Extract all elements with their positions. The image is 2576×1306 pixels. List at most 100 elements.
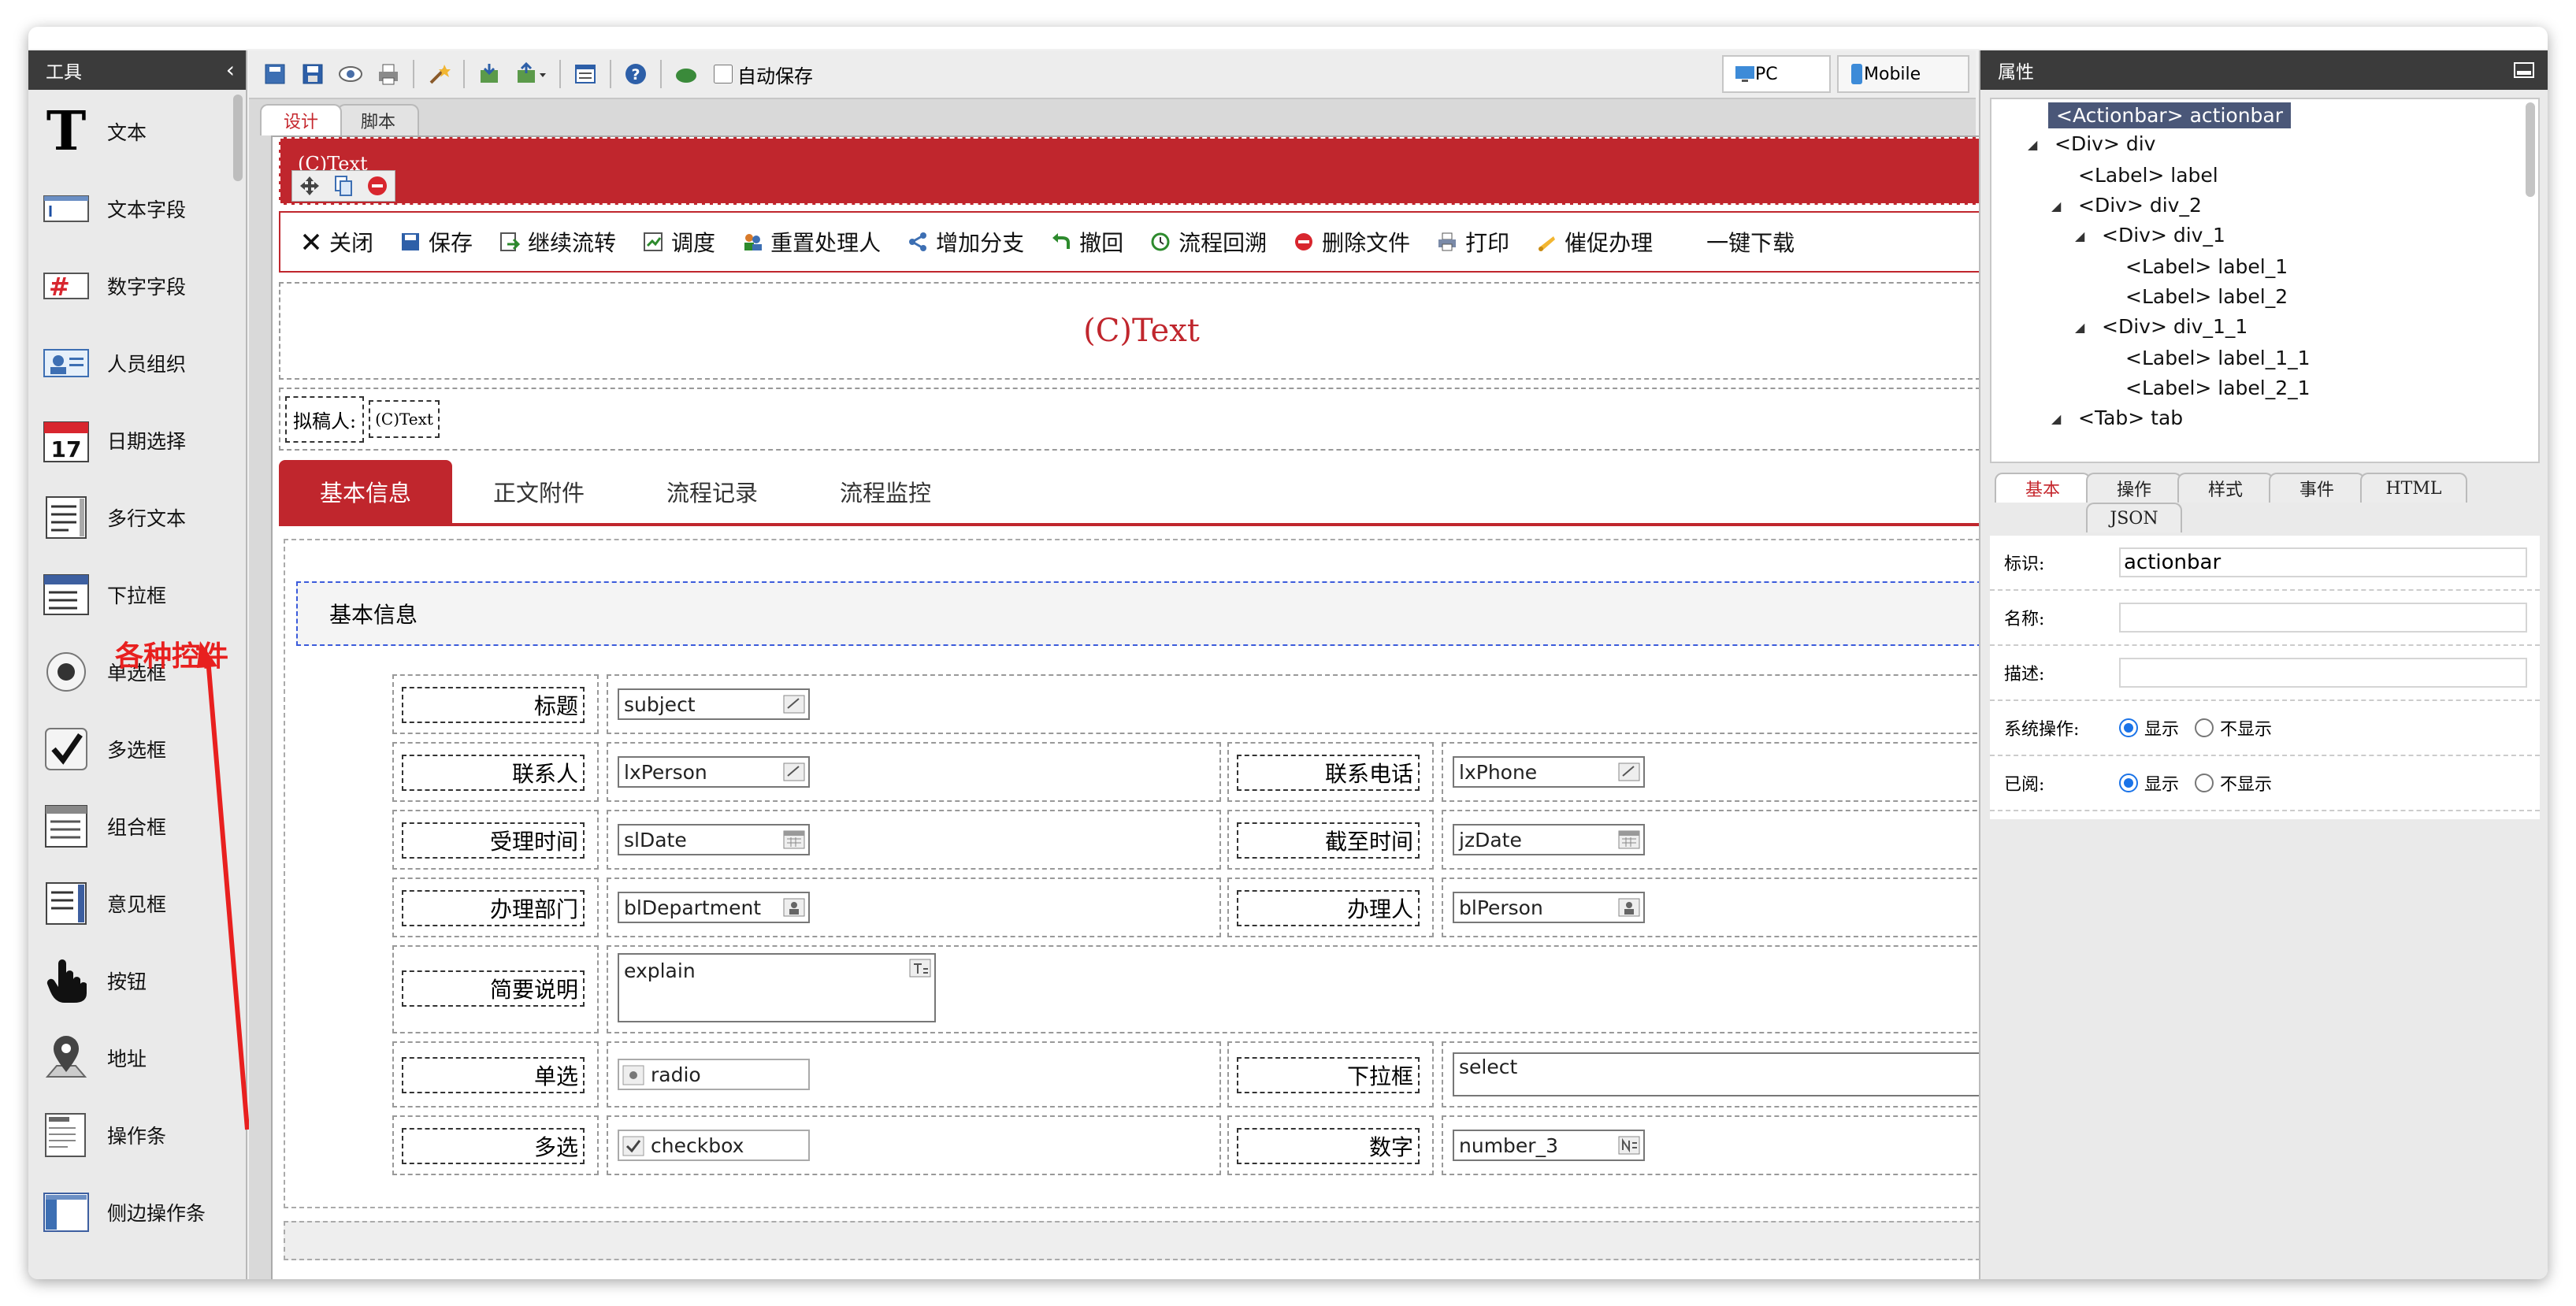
- prop-tab-html[interactable]: HTML: [2360, 473, 2467, 503]
- tree-node[interactable]: <Tab> tab: [2078, 406, 2183, 429]
- tool-dropdown[interactable]: 下拉框: [28, 556, 235, 633]
- prop-tab-style[interactable]: 样式: [2177, 473, 2273, 503]
- move-icon[interactable]: [299, 175, 321, 197]
- explain-textarea[interactable]: explain: [618, 953, 936, 1022]
- field-label-number[interactable]: 数字: [1237, 1128, 1420, 1164]
- tree-node[interactable]: <Label> label_2_1: [2125, 377, 2311, 399]
- expand-triangle-icon[interactable]: ◢: [2028, 137, 2037, 152]
- view-mobile-button[interactable]: Mobile: [1837, 55, 1969, 93]
- tool-textarea[interactable]: 多行文本: [28, 479, 235, 556]
- tab-script[interactable]: 脚本: [337, 104, 420, 135]
- action-add-branch[interactable]: 增加分支: [908, 226, 1024, 258]
- print-icon[interactable]: [375, 61, 402, 87]
- form-tab-basic-info[interactable]: 基本信息: [279, 460, 453, 523]
- tree-node[interactable]: <Label> label_1: [2125, 255, 2288, 278]
- field-label-checkbox[interactable]: 多选: [402, 1128, 585, 1164]
- expand-triangle-icon[interactable]: ◢: [2051, 411, 2061, 426]
- new-icon[interactable]: [262, 61, 288, 87]
- action-print[interactable]: 打印: [1437, 226, 1509, 258]
- tree-node[interactable]: <Label> label: [2078, 164, 2218, 187]
- expand-triangle-icon[interactable]: ◢: [2075, 320, 2084, 335]
- lxperson-input[interactable]: lxPerson: [618, 756, 810, 788]
- action-withdraw[interactable]: 撤回: [1051, 226, 1123, 258]
- autosave-checkbox[interactable]: [714, 65, 733, 83]
- field-label-radio[interactable]: 单选: [402, 1057, 585, 1093]
- tree-node[interactable]: <Label> label_1_1: [2125, 347, 2311, 369]
- minimize-panel-icon[interactable]: [2513, 61, 2535, 80]
- drafter-value[interactable]: (C)Text: [369, 400, 440, 438]
- field-label-select[interactable]: 下拉框: [1237, 1057, 1420, 1093]
- tree-node-actionbar[interactable]: <Actionbar> actionbar: [2048, 102, 2292, 128]
- expand-triangle-icon[interactable]: ◢: [2075, 228, 2084, 243]
- list-view-icon[interactable]: [572, 61, 599, 87]
- field-label-sldate[interactable]: 受理时间: [402, 822, 585, 859]
- tool-combobox[interactable]: 组合框: [28, 788, 235, 865]
- prop-id-input[interactable]: actionbar: [2119, 547, 2527, 577]
- tool-opinion[interactable]: 意见框: [28, 865, 235, 942]
- form-tab-attachments[interactable]: 正文附件: [452, 460, 625, 523]
- wand-icon[interactable]: [425, 61, 452, 87]
- action-dispatch[interactable]: 调度: [643, 226, 715, 258]
- collapse-left-icon[interactable]: ‹: [226, 59, 235, 81]
- copy-icon[interactable]: [332, 175, 354, 197]
- read-show-radio[interactable]: 显示: [2119, 770, 2179, 796]
- drafter-label[interactable]: 拟稿人:: [285, 395, 365, 443]
- tree-node[interactable]: <Div> div_1_1: [2102, 315, 2248, 338]
- select-dropdown[interactable]: select: [1453, 1052, 1990, 1096]
- action-close[interactable]: 关闭: [301, 226, 373, 258]
- action-download-all[interactable]: 一键下载: [1706, 226, 1795, 258]
- jzdate-input[interactable]: jzDate: [1453, 824, 1645, 855]
- field-label-lxphone[interactable]: 联系电话: [1237, 755, 1420, 791]
- help-icon[interactable]: ?: [622, 61, 649, 87]
- form-tab-flow-records[interactable]: 流程记录: [625, 460, 799, 523]
- prop-tab-operations[interactable]: 操作: [2086, 473, 2182, 503]
- subject-input[interactable]: subject: [618, 688, 810, 720]
- field-label-jzdate[interactable]: 截至时间: [1237, 822, 1420, 859]
- form-tab-flow-monitor[interactable]: 流程监控: [799, 460, 972, 523]
- bldepartment-input[interactable]: blDepartment: [618, 892, 810, 923]
- autosave-toggle[interactable]: 自动保存: [714, 61, 813, 88]
- export-menu-icon[interactable]: [514, 61, 548, 87]
- preview-eye-icon[interactable]: [337, 61, 364, 87]
- tool-date[interactable]: 17 日期选择: [28, 402, 235, 479]
- tool-actionbar[interactable]: 操作条: [28, 1096, 235, 1174]
- form-bottom-section[interactable]: [284, 1221, 1990, 1260]
- system-ops-show-radio[interactable]: 显示: [2119, 715, 2179, 740]
- tree-node[interactable]: <Div> div_2: [2078, 194, 2202, 217]
- prop-tab-basic[interactable]: 基本: [1995, 473, 2091, 503]
- tool-button[interactable]: 按钮: [28, 942, 235, 1019]
- prop-name-input[interactable]: [2119, 603, 2527, 633]
- read-hide-radio[interactable]: 不显示: [2195, 770, 2272, 796]
- tree-node[interactable]: <Div> div_1: [2102, 224, 2225, 247]
- field-label-bldepartment[interactable]: 办理部门: [402, 890, 585, 926]
- prop-description-input[interactable]: [2119, 658, 2527, 688]
- field-label-blperson[interactable]: 办理人: [1237, 890, 1420, 926]
- view-pc-button[interactable]: PC: [1722, 55, 1831, 93]
- lxphone-input[interactable]: lxPhone: [1453, 756, 1645, 788]
- tool-side-actionbar[interactable]: 侧边操作条: [28, 1174, 235, 1251]
- prop-tab-json[interactable]: JSON: [2086, 503, 2182, 532]
- field-label-subject[interactable]: 标题: [402, 687, 585, 723]
- action-urge[interactable]: 催促办理: [1536, 226, 1653, 258]
- tab-design[interactable]: 设计: [260, 104, 343, 135]
- form-title[interactable]: (C)Text: [279, 282, 1990, 380]
- sldate-input[interactable]: slDate: [618, 824, 810, 855]
- tree-scrollbar[interactable]: [2526, 102, 2535, 197]
- import-icon[interactable]: [476, 61, 503, 87]
- save-icon[interactable]: [299, 61, 326, 87]
- action-trace-back[interactable]: 流程回溯: [1150, 226, 1267, 258]
- prop-tab-events[interactable]: 事件: [2269, 473, 2365, 503]
- field-label-explain[interactable]: 简要说明: [402, 970, 585, 1007]
- blperson-input[interactable]: blPerson: [1453, 892, 1645, 923]
- expand-triangle-icon[interactable]: ◢: [2051, 198, 2061, 213]
- action-continue[interactable]: 继续流转: [499, 226, 616, 258]
- tool-number-field[interactable]: # 数字字段: [28, 247, 235, 325]
- tool-person-org[interactable]: 人员组织: [28, 325, 235, 402]
- tool-textfield[interactable]: 文本字段: [28, 170, 235, 247]
- cloud-icon[interactable]: [673, 61, 700, 87]
- system-ops-hide-radio[interactable]: 不显示: [2195, 715, 2272, 740]
- tree-node[interactable]: <Label> label_2: [2125, 285, 2288, 308]
- action-reset-handler[interactable]: 重置处理人: [742, 226, 881, 258]
- radio-input[interactable]: radio: [618, 1059, 810, 1090]
- field-label-lxperson[interactable]: 联系人: [402, 755, 585, 791]
